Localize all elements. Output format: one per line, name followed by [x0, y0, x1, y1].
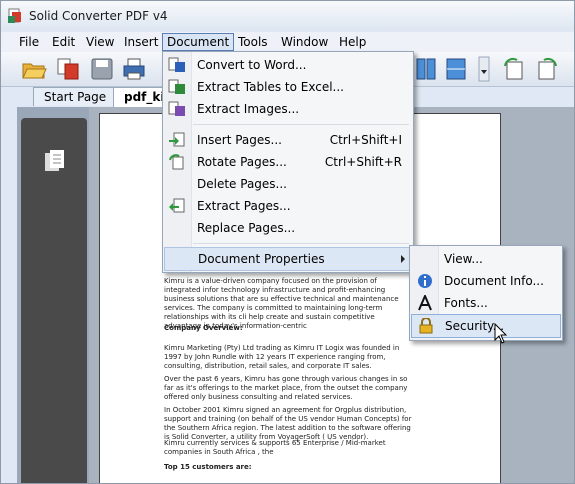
mouse-pointer-icon	[494, 323, 508, 344]
page-paragraph: Kimru is a value-driven company focused …	[164, 277, 399, 330]
document-properties-submenu: View... Document Info... Fonts... Securi…	[409, 245, 563, 341]
font-icon	[418, 295, 432, 311]
menu-document[interactable]: Document	[162, 33, 235, 51]
rotate-left-icon[interactable]	[501, 56, 527, 82]
menu-tools[interactable]: Tools	[234, 34, 272, 50]
menu-insert[interactable]: Insert	[120, 34, 162, 50]
menu-item-convert-to-word[interactable]: Convert to Word...	[164, 54, 412, 76]
menu-edit[interactable]: Edit	[48, 34, 79, 50]
window-title: Solid Converter PDF v4	[29, 9, 168, 23]
menu-item-rotate-pages[interactable]: Rotate Pages... Ctrl+Shift+R	[164, 151, 412, 173]
menu-item-extract-tables[interactable]: Extract Tables to Excel...	[164, 76, 412, 98]
menu-view[interactable]: View	[82, 34, 118, 50]
menu-item-extract-images[interactable]: Extract Images...	[164, 98, 412, 120]
submenu-item-fonts[interactable]: Fonts...	[411, 292, 561, 314]
title-bar: Solid Converter PDF v4	[1, 1, 574, 31]
submenu-item-security[interactable]: Security...	[411, 314, 561, 338]
rotate-pages-icon	[169, 154, 184, 170]
word-convert-icon	[168, 57, 185, 72]
menu-item-insert-pages[interactable]: Insert Pages... Ctrl+Shift+I	[164, 129, 412, 151]
tab-start-page[interactable]: Start Page	[33, 87, 118, 106]
page-heading: Top 15 customers are:	[164, 463, 252, 471]
convert-icon[interactable]	[55, 56, 81, 82]
rotate-right-icon[interactable]	[534, 56, 560, 82]
submenu-item-document-info[interactable]: Document Info...	[411, 270, 561, 292]
excel-extract-icon	[168, 79, 185, 94]
menu-item-extract-pages[interactable]: Extract Pages...	[164, 195, 412, 217]
submenu-arrow-icon	[401, 255, 405, 263]
menu-bar: File Edit View Insert Document Tools Win…	[1, 32, 574, 52]
app-icon	[8, 8, 21, 23]
menu-item-delete-pages[interactable]: Delete Pages...	[164, 173, 412, 195]
submenu-item-view[interactable]: View...	[411, 248, 561, 270]
page-paragraph: In October 2001 Kimru signed an agreemen…	[164, 406, 412, 441]
app-window: Solid Converter PDF v4 File Edit View In…	[0, 0, 575, 484]
menu-window[interactable]: Window	[277, 34, 332, 50]
pages-panel-icon[interactable]	[43, 148, 67, 174]
insert-pages-icon	[169, 132, 185, 147]
page-paragraph: Kimru Marketing (Pty) Ltd trading as Kim…	[164, 344, 400, 370]
toolbar-overflow-icon[interactable]	[478, 56, 490, 82]
lock-icon	[419, 318, 433, 334]
menu-item-replace-pages[interactable]: Replace Pages...	[164, 217, 412, 239]
layout-continuous-icon[interactable]	[443, 56, 469, 82]
menu-item-document-properties[interactable]: Document Properties	[164, 247, 412, 271]
image-extract-icon	[168, 101, 185, 116]
page-heading: Company Overview:	[164, 324, 243, 332]
page-paragraph: Over the past 6 years, Kimru has gone th…	[164, 375, 408, 401]
document-menu: Convert to Word... Extract Tables to Exc…	[162, 51, 414, 273]
menu-help[interactable]: Help	[335, 34, 370, 50]
extract-pages-icon	[169, 198, 185, 213]
save-icon[interactable]	[89, 56, 115, 82]
menu-file[interactable]: File	[15, 34, 43, 50]
layout-single-icon[interactable]	[413, 56, 439, 82]
left-panel	[21, 118, 87, 483]
open-folder-icon[interactable]	[21, 56, 47, 82]
info-icon	[418, 274, 432, 288]
print-icon[interactable]	[121, 56, 147, 82]
page-paragraph: Kimru currently services & supports 65 E…	[164, 439, 386, 456]
